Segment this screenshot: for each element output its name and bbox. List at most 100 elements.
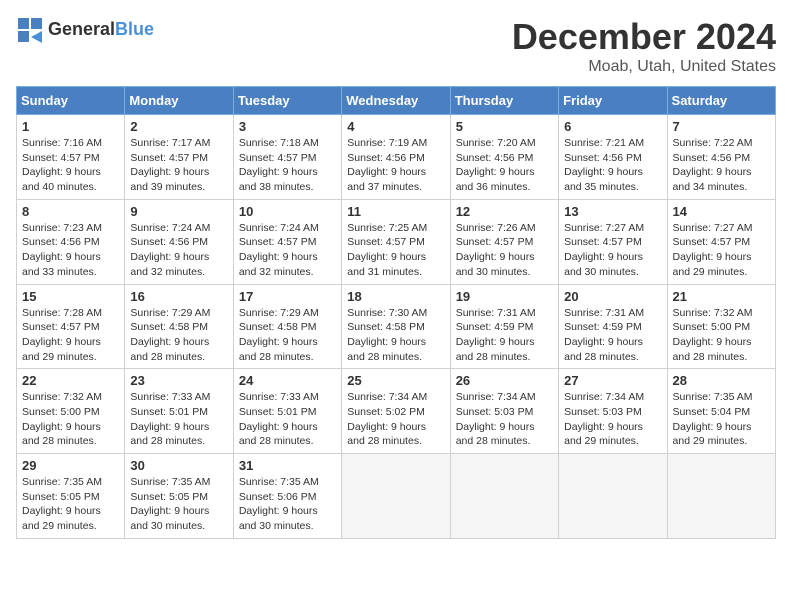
calendar-cell: 14 Sunrise: 7:27 AM Sunset: 4:57 PM Dayli… bbox=[667, 199, 775, 284]
day-number: 20 bbox=[564, 289, 661, 304]
calendar-cell: 31 Sunrise: 7:35 AM Sunset: 5:06 PM Dayli… bbox=[233, 454, 341, 539]
calendar-cell: 12 Sunrise: 7:26 AM Sunset: 4:57 PM Dayli… bbox=[450, 199, 558, 284]
calendar-cell: 15Sunrise: 7:28 AM Sunset: 4:57 PM Dayli… bbox=[17, 284, 125, 369]
calendar-cell: 11 Sunrise: 7:25 AM Sunset: 4:57 PM Dayli… bbox=[342, 199, 450, 284]
day-info: Sunrise: 7:26 AM Sunset: 4:57 PM Dayligh… bbox=[456, 221, 553, 280]
day-info: Sunrise: 7:35 AM Sunset: 5:05 PM Dayligh… bbox=[22, 475, 119, 534]
logo-text: GeneralBlue bbox=[48, 20, 154, 40]
day-info: Sunrise: 7:16 AM Sunset: 4:57 PM Dayligh… bbox=[22, 136, 119, 195]
header: GeneralBlue December 2024 Moab, Utah, Un… bbox=[16, 16, 776, 76]
day-info: Sunrise: 7:33 AM Sunset: 5:01 PM Dayligh… bbox=[239, 390, 336, 449]
day-number: 22 bbox=[22, 373, 119, 388]
day-number: 5 bbox=[456, 119, 553, 134]
day-info: Sunrise: 7:21 AM Sunset: 4:56 PM Dayligh… bbox=[564, 136, 661, 195]
day-info: Sunrise: 7:28 AM Sunset: 4:57 PM Dayligh… bbox=[22, 306, 119, 365]
calendar-cell: 3 Sunrise: 7:18 AM Sunset: 4:57 PM Daylig… bbox=[233, 115, 341, 200]
day-number: 23 bbox=[130, 373, 227, 388]
day-number: 27 bbox=[564, 373, 661, 388]
calendar-cell: 20 Sunrise: 7:31 AM Sunset: 4:59 PM Dayli… bbox=[559, 284, 667, 369]
calendar-week-2: 8Sunrise: 7:23 AM Sunset: 4:56 PM Daylig… bbox=[17, 199, 776, 284]
calendar-cell bbox=[342, 454, 450, 539]
day-number: 9 bbox=[130, 204, 227, 219]
calendar-week-5: 29 Sunrise: 7:35 AM Sunset: 5:05 PM Dayli… bbox=[17, 454, 776, 539]
day-info: Sunrise: 7:24 AM Sunset: 4:56 PM Dayligh… bbox=[130, 221, 227, 280]
calendar-week-3: 15Sunrise: 7:28 AM Sunset: 4:57 PM Dayli… bbox=[17, 284, 776, 369]
weekday-header-wednesday: Wednesday bbox=[342, 87, 450, 115]
calendar-cell: 13 Sunrise: 7:27 AM Sunset: 4:57 PM Dayli… bbox=[559, 199, 667, 284]
calendar-cell: 5 Sunrise: 7:20 AM Sunset: 4:56 PM Daylig… bbox=[450, 115, 558, 200]
day-number: 2 bbox=[130, 119, 227, 134]
weekday-header-thursday: Thursday bbox=[450, 87, 558, 115]
day-info: Sunrise: 7:31 AM Sunset: 4:59 PM Dayligh… bbox=[564, 306, 661, 365]
calendar-cell: 24 Sunrise: 7:33 AM Sunset: 5:01 PM Dayli… bbox=[233, 369, 341, 454]
calendar-cell: 2 Sunrise: 7:17 AM Sunset: 4:57 PM Daylig… bbox=[125, 115, 233, 200]
day-number: 7 bbox=[673, 119, 770, 134]
logo-blue: Blue bbox=[115, 19, 154, 39]
calendar-cell: 26Sunrise: 7:34 AM Sunset: 5:03 PM Dayli… bbox=[450, 369, 558, 454]
day-number: 18 bbox=[347, 289, 444, 304]
calendar-cell: 25 Sunrise: 7:34 AM Sunset: 5:02 PM Dayli… bbox=[342, 369, 450, 454]
day-number: 14 bbox=[673, 204, 770, 219]
calendar-cell: 6Sunrise: 7:21 AM Sunset: 4:56 PM Daylig… bbox=[559, 115, 667, 200]
calendar-cell: 19Sunrise: 7:31 AM Sunset: 4:59 PM Dayli… bbox=[450, 284, 558, 369]
day-info: Sunrise: 7:35 AM Sunset: 5:06 PM Dayligh… bbox=[239, 475, 336, 534]
calendar-week-4: 22Sunrise: 7:32 AM Sunset: 5:00 PM Dayli… bbox=[17, 369, 776, 454]
day-info: Sunrise: 7:35 AM Sunset: 5:04 PM Dayligh… bbox=[673, 390, 770, 449]
day-info: Sunrise: 7:29 AM Sunset: 4:58 PM Dayligh… bbox=[239, 306, 336, 365]
day-info: Sunrise: 7:33 AM Sunset: 5:01 PM Dayligh… bbox=[130, 390, 227, 449]
day-number: 3 bbox=[239, 119, 336, 134]
calendar-cell: 28 Sunrise: 7:35 AM Sunset: 5:04 PM Dayli… bbox=[667, 369, 775, 454]
day-info: Sunrise: 7:31 AM Sunset: 4:59 PM Dayligh… bbox=[456, 306, 553, 365]
day-number: 28 bbox=[673, 373, 770, 388]
calendar-cell: 27Sunrise: 7:34 AM Sunset: 5:03 PM Dayli… bbox=[559, 369, 667, 454]
day-info: Sunrise: 7:32 AM Sunset: 5:00 PM Dayligh… bbox=[673, 306, 770, 365]
day-number: 21 bbox=[673, 289, 770, 304]
calendar-cell: 17 Sunrise: 7:29 AM Sunset: 4:58 PM Dayli… bbox=[233, 284, 341, 369]
day-number: 1 bbox=[22, 119, 119, 134]
day-info: Sunrise: 7:34 AM Sunset: 5:02 PM Dayligh… bbox=[347, 390, 444, 449]
day-info: Sunrise: 7:34 AM Sunset: 5:03 PM Dayligh… bbox=[456, 390, 553, 449]
day-info: Sunrise: 7:35 AM Sunset: 5:05 PM Dayligh… bbox=[130, 475, 227, 534]
calendar-cell bbox=[667, 454, 775, 539]
calendar-cell: 16Sunrise: 7:29 AM Sunset: 4:58 PM Dayli… bbox=[125, 284, 233, 369]
month-title: December 2024 bbox=[512, 16, 776, 58]
day-info: Sunrise: 7:29 AM Sunset: 4:58 PM Dayligh… bbox=[130, 306, 227, 365]
day-info: Sunrise: 7:30 AM Sunset: 4:58 PM Dayligh… bbox=[347, 306, 444, 365]
calendar-cell: 1 Sunrise: 7:16 AM Sunset: 4:57 PM Daylig… bbox=[17, 115, 125, 200]
calendar-cell: 10Sunrise: 7:24 AM Sunset: 4:57 PM Dayli… bbox=[233, 199, 341, 284]
calendar-cell bbox=[559, 454, 667, 539]
day-number: 29 bbox=[22, 458, 119, 473]
weekday-header-sunday: Sunday bbox=[17, 87, 125, 115]
weekday-header-monday: Monday bbox=[125, 87, 233, 115]
logo: GeneralBlue bbox=[16, 16, 154, 44]
day-number: 13 bbox=[564, 204, 661, 219]
day-info: Sunrise: 7:27 AM Sunset: 4:57 PM Dayligh… bbox=[673, 221, 770, 280]
calendar-cell: 30 Sunrise: 7:35 AM Sunset: 5:05 PM Dayli… bbox=[125, 454, 233, 539]
day-info: Sunrise: 7:25 AM Sunset: 4:57 PM Dayligh… bbox=[347, 221, 444, 280]
weekday-header-row: SundayMondayTuesdayWednesdayThursdayFrid… bbox=[17, 87, 776, 115]
day-info: Sunrise: 7:20 AM Sunset: 4:56 PM Dayligh… bbox=[456, 136, 553, 195]
day-number: 8 bbox=[22, 204, 119, 219]
day-info: Sunrise: 7:17 AM Sunset: 4:57 PM Dayligh… bbox=[130, 136, 227, 195]
calendar-cell: 23 Sunrise: 7:33 AM Sunset: 5:01 PM Dayli… bbox=[125, 369, 233, 454]
calendar-body: 1 Sunrise: 7:16 AM Sunset: 4:57 PM Daylig… bbox=[17, 115, 776, 539]
weekday-header-friday: Friday bbox=[559, 87, 667, 115]
calendar-cell: 4Sunrise: 7:19 AM Sunset: 4:56 PM Daylig… bbox=[342, 115, 450, 200]
day-number: 11 bbox=[347, 204, 444, 219]
day-number: 12 bbox=[456, 204, 553, 219]
calendar-cell: 8Sunrise: 7:23 AM Sunset: 4:56 PM Daylig… bbox=[17, 199, 125, 284]
day-number: 30 bbox=[130, 458, 227, 473]
title-area: December 2024 Moab, Utah, United States bbox=[512, 16, 776, 76]
calendar-cell: 22Sunrise: 7:32 AM Sunset: 5:00 PM Dayli… bbox=[17, 369, 125, 454]
day-number: 25 bbox=[347, 373, 444, 388]
calendar-cell: 21 Sunrise: 7:32 AM Sunset: 5:00 PM Dayli… bbox=[667, 284, 775, 369]
logo-general: General bbox=[48, 19, 115, 39]
day-number: 17 bbox=[239, 289, 336, 304]
day-info: Sunrise: 7:18 AM Sunset: 4:57 PM Dayligh… bbox=[239, 136, 336, 195]
day-info: Sunrise: 7:27 AM Sunset: 4:57 PM Dayligh… bbox=[564, 221, 661, 280]
day-number: 31 bbox=[239, 458, 336, 473]
calendar-week-1: 1 Sunrise: 7:16 AM Sunset: 4:57 PM Daylig… bbox=[17, 115, 776, 200]
calendar-cell: 18 Sunrise: 7:30 AM Sunset: 4:58 PM Dayli… bbox=[342, 284, 450, 369]
day-number: 24 bbox=[239, 373, 336, 388]
weekday-header-saturday: Saturday bbox=[667, 87, 775, 115]
